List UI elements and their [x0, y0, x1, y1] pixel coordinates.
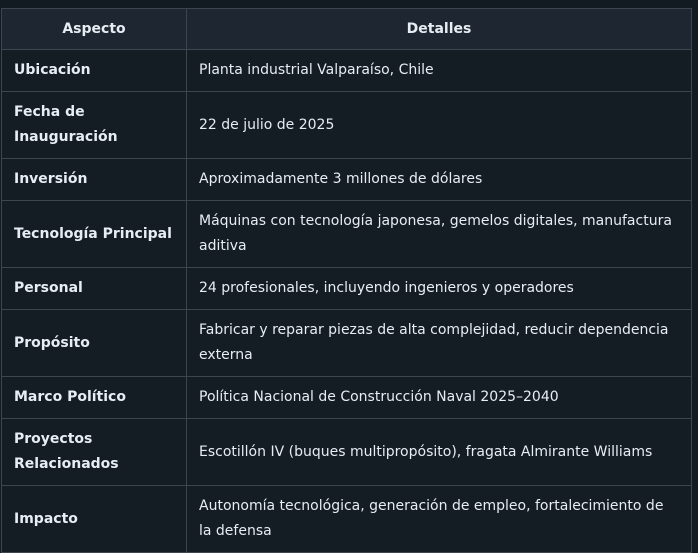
- row-aspect: Fecha de Inauguración: [1, 91, 187, 159]
- row-details: 24 profesionales, incluyendo ingenieros …: [186, 267, 692, 310]
- row-details: Política Nacional de Construcción Naval …: [186, 376, 692, 419]
- row-aspect: Propósito: [1, 309, 187, 377]
- row-details: Autonomía tecnológica, generación de emp…: [186, 485, 692, 553]
- table-body: Ubicación Planta industrial Valparaíso, …: [1, 49, 692, 553]
- row-aspect: Inversión: [1, 158, 187, 201]
- table-row: Propósito Fabricar y reparar piezas de a…: [1, 309, 692, 377]
- row-aspect: Impacto: [1, 485, 187, 553]
- row-details: Escotillón IV (buques multipropósito), f…: [186, 418, 692, 486]
- row-details: 22 de julio de 2025: [186, 91, 692, 159]
- table-row: Ubicación Planta industrial Valparaíso, …: [1, 49, 692, 92]
- row-details: Máquinas con tecnología japonesa, gemelo…: [186, 200, 692, 268]
- table-row: Fecha de Inauguración 22 de julio de 202…: [1, 91, 692, 159]
- row-details: Aproximadamente 3 millones de dólares: [186, 158, 692, 201]
- row-aspect: Marco Político: [1, 376, 187, 419]
- table-row: Inversión Aproximadamente 3 millones de …: [1, 158, 692, 201]
- header-row: Aspecto Detalles: [1, 8, 692, 50]
- table-row: Tecnología Principal Máquinas con tecnol…: [1, 200, 692, 268]
- row-aspect: Ubicación: [1, 49, 187, 92]
- table-row: Personal 24 profesionales, incluyendo in…: [1, 267, 692, 310]
- table-header: Aspecto Detalles: [1, 8, 692, 50]
- info-table-container: Aspecto Detalles Ubicación Planta indust…: [1, 8, 692, 553]
- row-details: Fabricar y reparar piezas de alta comple…: [186, 309, 692, 377]
- header-details: Detalles: [186, 8, 692, 50]
- row-aspect: Personal: [1, 267, 187, 310]
- row-aspect: Tecnología Principal: [1, 200, 187, 268]
- row-details: Planta industrial Valparaíso, Chile: [186, 49, 692, 92]
- row-aspect: Proyectos Relacionados: [1, 418, 187, 486]
- table-row: Marco Político Política Nacional de Cons…: [1, 376, 692, 419]
- table-row: Impacto Autonomía tecnológica, generació…: [1, 485, 692, 553]
- table-row: Proyectos Relacionados Escotillón IV (bu…: [1, 418, 692, 486]
- header-aspect: Aspecto: [1, 8, 187, 50]
- info-table: Aspecto Detalles Ubicación Planta indust…: [1, 8, 692, 553]
